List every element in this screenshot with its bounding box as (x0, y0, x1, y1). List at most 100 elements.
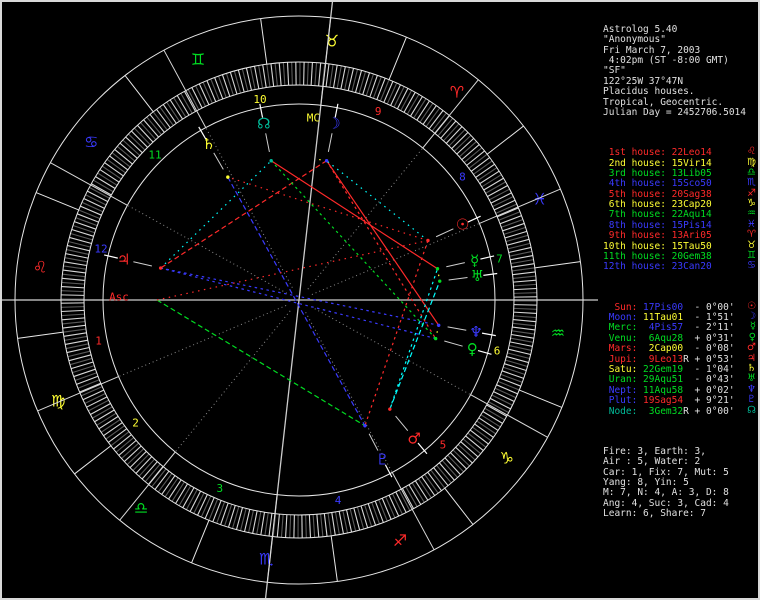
stats-text: Air : 5, Water: 2 (603, 456, 701, 468)
zodiac-sign-icon: ♋ (747, 260, 756, 272)
house-number-11: 11 (148, 148, 161, 161)
sign-aquarius-icon: ♒ (551, 323, 565, 342)
stats-text: Fire: 3, Earth: 3, (603, 445, 706, 457)
sign-divider (486, 125, 524, 155)
house-cusp-value: 15Pis14 (671, 219, 712, 231)
element-stats: Fire: 3, Earth: 3, Air : 5, Water: 2 Car: … (603, 445, 758, 520)
house-number-2: 2 (132, 416, 139, 429)
planet-velocity: - 0°00' (688, 301, 735, 313)
house-cusp-value: 13Ari05 (671, 230, 712, 242)
house-number-5: 5 (440, 439, 447, 452)
planet-plut-icon: ♇ (376, 450, 389, 468)
planet-satu-icon: ♄ (202, 135, 215, 153)
stats-text: Yang: 8, Yin: 5 (603, 476, 689, 488)
sign-pisces-icon: ♓ (532, 189, 546, 208)
house-number-6: 6 (494, 345, 501, 358)
planet-label: Mars: (603, 343, 644, 355)
house-cusp-value: 23Cap20 (671, 199, 712, 211)
planet-label: Satu: (603, 363, 644, 375)
house-cusp-value: 22Aqu14 (671, 209, 712, 221)
planet-sun-icon: ☉ (456, 216, 469, 234)
planet-pointer-Node (265, 133, 270, 153)
header-text: "SF" (603, 65, 626, 77)
stats-line-6: Learn: 6, Share: 7 (603, 508, 758, 519)
planet-dot-Uran (438, 279, 442, 283)
planet-position-value: 19Sag54 (643, 395, 684, 407)
planet-position-value: 11Aqu58 (643, 384, 684, 396)
house-cusp-line (266, 494, 278, 583)
planet-label: Uran: (603, 374, 644, 386)
house-label: 3rd house: (603, 167, 672, 179)
house-cusp-value: 23Can20 (671, 261, 712, 273)
header-line-8: Julian Day = 2452706.5014 (603, 106, 758, 118)
planet-icon: ☊ (747, 404, 756, 416)
planet-label: Sun: (603, 301, 644, 313)
aspect-square-Moon-Jupi (160, 160, 327, 269)
planet-position-value: 17Pis00 (643, 301, 684, 313)
chart-wheel: ♈♉♊♋♌♍♎♏♐♑♒♓123456789101112☉☽☿♀♂♃♄♅♆♇☊As… (2, 0, 598, 600)
sign-cancer-icon: ♋ (84, 133, 98, 152)
sign-sagittarius-icon: ♐ (393, 531, 407, 550)
planet-velocity: + 0°00' (688, 405, 735, 417)
planet-dot-Moon (324, 159, 329, 163)
planet-jupi-icon: ♃ (117, 250, 130, 268)
planet-velocity: - 1°04' (688, 363, 735, 375)
header-text: Placidus houses. (603, 86, 695, 98)
sign-divider (388, 36, 407, 80)
aspect-sextile-Jupi-Node (160, 160, 272, 269)
planet-icon: ♇ (747, 394, 756, 406)
sign-divider (444, 487, 474, 525)
sign-divider (519, 389, 563, 408)
planet-dot-Plut (363, 424, 367, 428)
planet-node-icon: ☊ (257, 114, 270, 132)
planet-pointer-Venu (444, 340, 463, 347)
planet-dot-Sun (426, 238, 430, 243)
planet-label: Merc: (603, 322, 644, 334)
house-label: 7th house: (603, 209, 672, 221)
planet-pointer-Plut (368, 433, 379, 451)
house-number-12: 12 (94, 242, 107, 255)
aspect-sextile-Sun-Moon (326, 160, 429, 241)
planet-velocity: + 9°21' (688, 395, 735, 407)
aspect-square-Sun-Satu (227, 176, 429, 242)
planet-pointer-Merc (446, 262, 465, 268)
sign-divider (191, 520, 210, 564)
house-cusp-value: 13Lib05 (671, 167, 712, 179)
house-cusp-value: 15Tau50 (671, 240, 712, 252)
planet-position-value: 29Aqu51 (643, 374, 684, 386)
planet-pointer-Moon (327, 133, 333, 152)
planet-label: Plut: (603, 395, 644, 407)
planet-label: Venu: (603, 332, 644, 344)
sign-leo-icon: ♌ (33, 258, 47, 277)
stats-text: Ang: 4, Suc: 3, Cad: 4 (603, 497, 729, 509)
planet-venu-icon: ♀ (467, 340, 478, 358)
house-number-1: 1 (95, 334, 102, 347)
house-row: 12th house: 23Can20 ♋ (603, 260, 758, 273)
sign-aries-icon: ♈ (450, 83, 464, 102)
header-text: Julian Day = 2452706.5014 (603, 106, 746, 118)
house-label: 4th house: (603, 178, 672, 190)
house-label: 10th house: (603, 240, 672, 252)
sign-divider (330, 535, 338, 582)
sign-gemini-icon: ♊ (191, 50, 205, 69)
aspect-opposition-Satu-Plut (227, 176, 366, 427)
astrolog-window: ♈ ♉ ♊ ♋ ♌ ♍ ♎ ♏ ♐ ♑ ♒ ♓ 1 2 3 4 5 6 7 8 9 10 11 12 ☉ ☽ ☿ ♀ ♂ ♃ ♄ ♅ ♆ ♇ ☊ As… (0, 0, 760, 600)
planet-dot-Jupi (158, 266, 163, 270)
house-label: 1st house: (603, 147, 672, 159)
sign-virgo-icon: ♍ (51, 392, 65, 411)
stats-text: M: 7, N: 4, A: 3, D: 8 (603, 487, 729, 499)
sign-divider (35, 192, 79, 211)
planet-label: Jupi: (603, 353, 644, 365)
aspect-conjunction-Moon-MC (314, 158, 327, 162)
planet-position-value: 4Pis57 (643, 322, 684, 334)
aspect-square-Sun-Plut (364, 240, 429, 426)
sign-capricorn-icon: ♑ (500, 448, 514, 467)
stats-text: Car: 1, Fix: 7, Mut: 5 (603, 466, 729, 478)
planet-pointer-Sun (435, 228, 454, 238)
planet-velocity: - 0°08' (688, 343, 735, 355)
header-text: "Anonymous" (603, 34, 666, 46)
house-label: 12th house: (603, 261, 672, 273)
planet-degree-tick-Merc (480, 255, 495, 260)
house-cusp-value: 20Gem38 (671, 251, 712, 263)
planet-velocity: - 2°11' (688, 322, 735, 334)
